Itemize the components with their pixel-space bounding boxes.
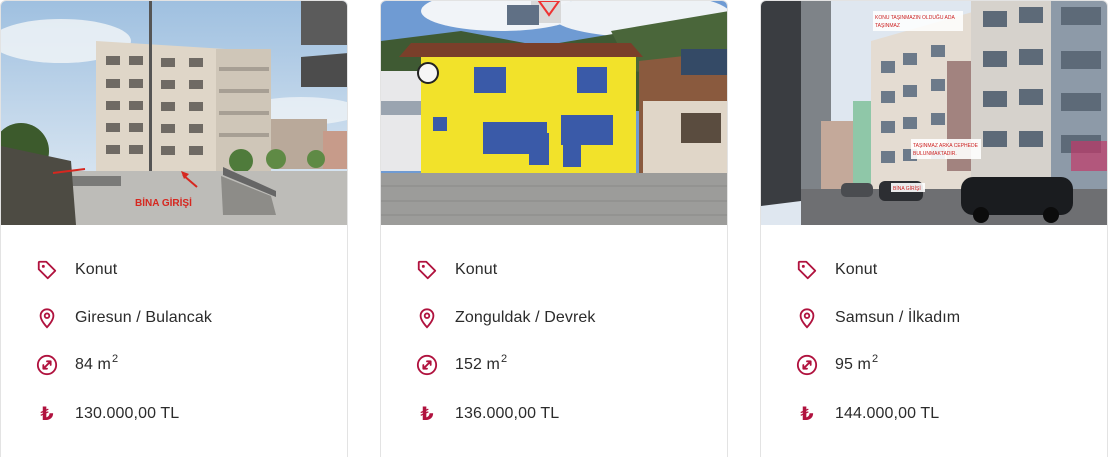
listing-type-row: Konut: [415, 258, 497, 282]
turkish-lira-icon: ₺: [420, 402, 434, 425]
listing-type: Konut: [455, 261, 498, 278]
turkish-lira-icon: ₺: [800, 402, 814, 425]
listing-photo[interactable]: KONU TAŞINMAZIN OLDUĞU ADA TAŞINMAZ TAŞI…: [761, 1, 1107, 225]
listing-area-row: 84 m2: [35, 353, 118, 377]
listing-price: 144.000,00 TL: [835, 405, 940, 422]
photo-caption-top-line1: KONU TAŞINMAZIN OLDUĞU ADA: [875, 14, 955, 21]
listing-row: BİNA GİRİŞİ Konut Giresun / Bulancak 84 …: [0, 0, 1110, 457]
listing-area-row: 152 m2: [415, 353, 507, 377]
listing-location-row: Zonguldak / Devrek: [415, 306, 596, 330]
area-arrow-icon: [35, 353, 59, 377]
tag-icon: [795, 258, 819, 282]
listing-location: Zonguldak / Devrek: [455, 309, 596, 326]
photo-caption-top-line2: TAŞINMAZ: [875, 23, 900, 29]
turkish-lira-icon: ₺: [40, 402, 54, 425]
listing-location: Giresun / Bulancak: [75, 309, 212, 326]
listing-photo[interactable]: BİNA GİRİŞİ: [1, 1, 347, 225]
area-unit-exponent: 2: [111, 353, 119, 365]
listing-card-giresun[interactable]: BİNA GİRİŞİ Konut Giresun / Bulancak 84 …: [0, 0, 348, 457]
listing-location-row: Giresun / Bulancak: [35, 306, 212, 330]
listing-type-row: Konut: [35, 258, 117, 282]
listing-price: 136.000,00 TL: [455, 405, 560, 422]
area-unit-exponent: 2: [500, 353, 508, 365]
photo-caption-mid-line2: BULUNMAKTADIR.: [913, 151, 957, 157]
listing-area: 152 m: [455, 356, 500, 373]
location-pin-icon: [415, 306, 439, 330]
listing-price-row: ₺ 136.000,00 TL: [415, 402, 559, 426]
listing-area: 84 m: [75, 356, 111, 373]
area-arrow-icon: [415, 353, 439, 377]
tag-icon: [415, 258, 439, 282]
photo-caption-mid-line1: TAŞINMAZ ARKA CEPHEDE: [913, 143, 979, 149]
location-pin-icon: [795, 306, 819, 330]
building-photo-illustration: KONU TAŞINMAZIN OLDUĞU ADA TAŞINMAZ TAŞI…: [761, 1, 1107, 225]
listing-location: Samsun / İlkadım: [835, 309, 961, 326]
listing-price-row: ₺ 144.000,00 TL: [795, 402, 939, 426]
listing-card-zonguldak[interactable]: Konut Zonguldak / Devrek 152 m2 ₺ 136.00…: [380, 0, 728, 457]
listing-type: Konut: [835, 261, 878, 278]
listing-type: Konut: [75, 261, 118, 278]
photo-caption: BİNA GİRİŞİ: [135, 196, 192, 209]
tag-icon: [35, 258, 59, 282]
listing-price: 130.000,00 TL: [75, 405, 180, 422]
area-unit-exponent: 2: [871, 353, 879, 365]
building-photo-illustration: [381, 1, 727, 225]
listing-photo[interactable]: [381, 1, 727, 225]
photo-caption-bottom: BİNA GİRİŞİ: [893, 185, 921, 192]
listing-area: 95 m: [835, 356, 871, 373]
location-pin-icon: [35, 306, 59, 330]
listing-price-row: ₺ 130.000,00 TL: [35, 402, 179, 426]
building-photo-illustration: BİNA GİRİŞİ: [1, 1, 347, 225]
listing-area-row: 95 m2: [795, 353, 878, 377]
area-arrow-icon: [795, 353, 819, 377]
listing-location-row: Samsun / İlkadım: [795, 306, 960, 330]
listing-card-samsun[interactable]: KONU TAŞINMAZIN OLDUĞU ADA TAŞINMAZ TAŞI…: [760, 0, 1108, 457]
listing-type-row: Konut: [795, 258, 877, 282]
